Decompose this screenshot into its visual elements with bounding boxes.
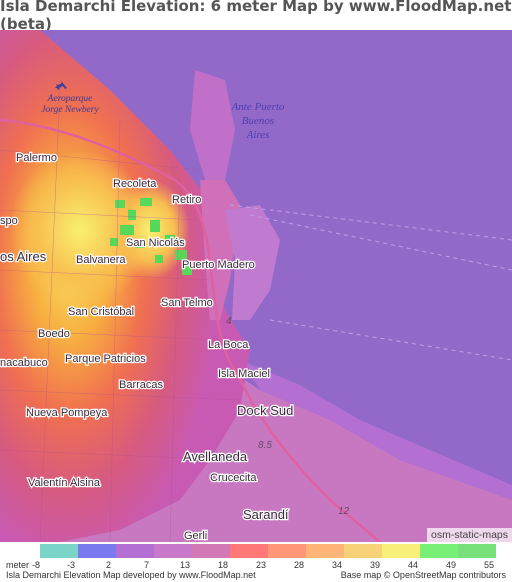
place-crucecita: Crucecita — [210, 472, 257, 484]
legend-label: 13 — [180, 560, 191, 570]
place-san-telmo: San Telmo — [161, 297, 213, 309]
legend-label: -8 — [32, 560, 41, 570]
page-title: Isla Demarchi Elevation: 6 meter Map by … — [0, 0, 512, 33]
water-label-line2: Buenos — [242, 115, 274, 127]
road-label-4: 4 — [226, 316, 232, 327]
place-san-nicolas: San Nicolás — [126, 237, 185, 249]
legend-unit: meter — [6, 560, 30, 570]
legend-label: 2 — [106, 560, 112, 570]
place-nueva-pompeya: Nueva Pompeya — [26, 407, 108, 419]
place-puerto-madero: Puerto Madero — [182, 259, 255, 271]
place-sarandi: Sarandí — [243, 507, 289, 522]
elevation-map[interactable]: Ante Puerto Buenos Aires Aeroparque Jorg… — [0, 30, 512, 542]
legend-label: 55 — [484, 560, 495, 570]
place-boedo: Boedo — [38, 328, 70, 340]
legend-swatch — [420, 544, 458, 558]
legend-label: 23 — [256, 560, 267, 570]
place-parque-patricios: Parque Patricios — [65, 353, 146, 365]
legend-swatch — [116, 544, 154, 558]
road-label-8-5: 8.5 — [258, 440, 272, 451]
water-label-line3: Aires — [246, 129, 270, 141]
place-buenos-aires: os Aires — [0, 249, 47, 264]
legend-swatch — [40, 544, 78, 558]
footer-credit: Isla Demarchi Elevation Map developed by… — [6, 570, 256, 580]
place-balvanera: Balvanera — [76, 254, 126, 266]
legend-swatch — [382, 544, 420, 558]
place-dock-sud: Dock Sud — [237, 403, 293, 418]
airport-label-line1: Aeroparque — [47, 94, 93, 104]
road-label-12: 12 — [338, 506, 350, 517]
legend-swatch — [306, 544, 344, 558]
legend-label: 44 — [408, 560, 419, 570]
footer-basemap-credit: Base map © OpenStreetMap contributors — [340, 570, 506, 580]
place-gerli: Gerli — [184, 530, 207, 542]
place-recoleta: Recoleta — [113, 178, 157, 190]
legend-label: -3 — [67, 560, 76, 570]
place-spo: spo — [0, 215, 18, 227]
legend-swatch — [230, 544, 268, 558]
map-attribution: osm-static-maps — [426, 528, 512, 542]
legend-color-bar — [40, 544, 496, 558]
legend-swatch — [268, 544, 306, 558]
elevation-legend: meter -8 -3 2 7 13 18 23 28 34 39 44 49 … — [0, 542, 512, 570]
legend-swatch — [458, 544, 496, 558]
place-retiro: Retiro — [172, 194, 201, 206]
legend-swatch — [192, 544, 230, 558]
place-palermo: Palermo — [16, 152, 57, 164]
legend-label: 39 — [370, 560, 381, 570]
legend-label: 7 — [144, 560, 150, 570]
legend-swatch — [344, 544, 382, 558]
legend-swatch — [154, 544, 192, 558]
airport-label-line2: Jorge Newbery — [41, 105, 99, 115]
place-nacabuco: nacabuco — [0, 357, 48, 369]
map-canvas: Ante Puerto Buenos Aires Aeroparque Jorg… — [0, 30, 512, 542]
place-avellaneda: Avellaneda — [183, 449, 248, 464]
footer: Isla Demarchi Elevation Map developed by… — [0, 570, 512, 582]
legend-swatch — [78, 544, 116, 558]
place-san-cristobal: San Cristóbal — [68, 306, 134, 318]
place-la-boca: La Boca — [208, 339, 249, 351]
legend-label: 49 — [446, 560, 457, 570]
legend-label: 18 — [218, 560, 229, 570]
legend-label: 28 — [294, 560, 305, 570]
place-barracas: Barracas — [119, 379, 164, 391]
place-valentin-alsina: Valentín Alsina — [28, 477, 101, 489]
legend-label: 34 — [332, 560, 343, 570]
place-isla-maciel: Isla Maciel — [218, 368, 270, 380]
water-label-line1: Ante Puerto — [231, 101, 285, 113]
